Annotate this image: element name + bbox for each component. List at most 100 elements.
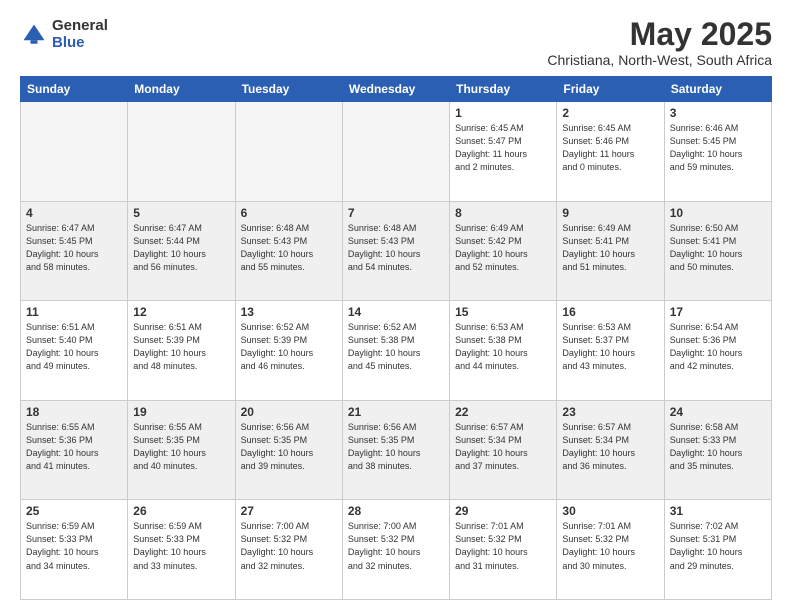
day-info: Sunrise: 6:53 AM Sunset: 5:37 PM Dayligh… xyxy=(562,321,658,373)
day-info: Sunrise: 6:53 AM Sunset: 5:38 PM Dayligh… xyxy=(455,321,551,373)
calendar-cell: 17 Sunrise: 6:54 AM Sunset: 5:36 PM Dayli… xyxy=(664,301,771,401)
calendar-cell: 26 Sunrise: 6:59 AM Sunset: 5:33 PM Dayli… xyxy=(128,500,235,600)
day-number: 8 xyxy=(455,206,551,220)
day-info: Sunrise: 7:01 AM Sunset: 5:32 PM Dayligh… xyxy=(455,520,551,572)
day-number: 21 xyxy=(348,405,444,419)
logo-text: General Blue xyxy=(52,18,108,51)
day-info: Sunrise: 6:48 AM Sunset: 5:43 PM Dayligh… xyxy=(241,222,337,274)
header: General Blue May 2025 Christiana, North-… xyxy=(20,18,772,68)
day-info: Sunrise: 6:57 AM Sunset: 5:34 PM Dayligh… xyxy=(562,421,658,473)
day-info: Sunrise: 6:52 AM Sunset: 5:39 PM Dayligh… xyxy=(241,321,337,373)
weekday-header-thursday: Thursday xyxy=(450,77,557,102)
day-number: 22 xyxy=(455,405,551,419)
day-number: 24 xyxy=(670,405,766,419)
calendar-cell: 20Sunrise: 6:56 AM Sunset: 5:35 PM Dayli… xyxy=(235,400,342,500)
day-number: 25 xyxy=(26,504,122,518)
day-number: 14 xyxy=(348,305,444,319)
day-number: 29 xyxy=(455,504,551,518)
day-info: Sunrise: 7:00 AM Sunset: 5:32 PM Dayligh… xyxy=(241,520,337,572)
title-month: May 2025 xyxy=(547,18,772,50)
calendar-row-3: 11 Sunrise: 6:51 AM Sunset: 5:40 PM Dayli… xyxy=(21,301,772,401)
title-block: May 2025 Christiana, North-West, South A… xyxy=(547,18,772,68)
day-number: 19 xyxy=(133,405,229,419)
calendar-cell: 24Sunrise: 6:58 AM Sunset: 5:33 PM Dayli… xyxy=(664,400,771,500)
day-info: Sunrise: 6:49 AM Sunset: 5:41 PM Dayligh… xyxy=(562,222,658,274)
day-info: Sunrise: 6:57 AM Sunset: 5:34 PM Dayligh… xyxy=(455,421,551,473)
day-info: Sunrise: 7:01 AM Sunset: 5:32 PM Dayligh… xyxy=(562,520,658,572)
day-number: 30 xyxy=(562,504,658,518)
calendar-cell: 22 Sunrise: 6:57 AM Sunset: 5:34 PM Dayli… xyxy=(450,400,557,500)
day-number: 3 xyxy=(670,106,766,120)
calendar-cell: 19 Sunrise: 6:55 AM Sunset: 5:35 PM Dayli… xyxy=(128,400,235,500)
day-info: Sunrise: 6:56 AM Sunset: 5:35 PM Dayligh… xyxy=(348,421,444,473)
calendar-cell: 13 Sunrise: 6:52 AM Sunset: 5:39 PM Dayli… xyxy=(235,301,342,401)
day-number: 12 xyxy=(133,305,229,319)
calendar-cell: 1Sunrise: 6:45 AM Sunset: 5:47 PM Daylig… xyxy=(450,102,557,202)
weekday-header-friday: Friday xyxy=(557,77,664,102)
day-number: 7 xyxy=(348,206,444,220)
day-number: 5 xyxy=(133,206,229,220)
day-number: 13 xyxy=(241,305,337,319)
logo-blue-text: Blue xyxy=(52,35,108,52)
calendar-cell: 6Sunrise: 6:48 AM Sunset: 5:43 PM Daylig… xyxy=(235,201,342,301)
calendar-row-1: 1Sunrise: 6:45 AM Sunset: 5:47 PM Daylig… xyxy=(21,102,772,202)
day-info: Sunrise: 6:59 AM Sunset: 5:33 PM Dayligh… xyxy=(26,520,122,572)
calendar-cell: 4 Sunrise: 6:47 AM Sunset: 5:45 PM Daylig… xyxy=(21,201,128,301)
day-number: 15 xyxy=(455,305,551,319)
day-number: 23 xyxy=(562,405,658,419)
calendar-cell: 7 Sunrise: 6:48 AM Sunset: 5:43 PM Daylig… xyxy=(342,201,449,301)
calendar-cell: 29 Sunrise: 7:01 AM Sunset: 5:32 PM Dayli… xyxy=(450,500,557,600)
day-number: 11 xyxy=(26,305,122,319)
calendar-cell: 21 Sunrise: 6:56 AM Sunset: 5:35 PM Dayli… xyxy=(342,400,449,500)
day-number: 17 xyxy=(670,305,766,319)
calendar-cell: 8Sunrise: 6:49 AM Sunset: 5:42 PM Daylig… xyxy=(450,201,557,301)
day-info: Sunrise: 6:54 AM Sunset: 5:36 PM Dayligh… xyxy=(670,321,766,373)
calendar-table: SundayMondayTuesdayWednesdayThursdayFrid… xyxy=(20,76,772,600)
day-number: 2 xyxy=(562,106,658,120)
calendar-header-row: SundayMondayTuesdayWednesdayThursdayFrid… xyxy=(21,77,772,102)
weekday-header-saturday: Saturday xyxy=(664,77,771,102)
day-number: 28 xyxy=(348,504,444,518)
day-info: Sunrise: 7:00 AM Sunset: 5:32 PM Dayligh… xyxy=(348,520,444,572)
day-info: Sunrise: 6:47 AM Sunset: 5:44 PM Dayligh… xyxy=(133,222,229,274)
calendar-cell xyxy=(342,102,449,202)
calendar-row-5: 25 Sunrise: 6:59 AM Sunset: 5:33 PM Dayli… xyxy=(21,500,772,600)
logo: General Blue xyxy=(20,18,108,51)
calendar-cell: 5 Sunrise: 6:47 AM Sunset: 5:44 PM Daylig… xyxy=(128,201,235,301)
title-location: Christiana, North-West, South Africa xyxy=(547,52,772,68)
day-number: 4 xyxy=(26,206,122,220)
weekday-header-monday: Monday xyxy=(128,77,235,102)
day-info: Sunrise: 6:51 AM Sunset: 5:39 PM Dayligh… xyxy=(133,321,229,373)
calendar-cell: 25 Sunrise: 6:59 AM Sunset: 5:33 PM Dayli… xyxy=(21,500,128,600)
logo-general-text: General xyxy=(52,18,108,35)
day-info: Sunrise: 6:55 AM Sunset: 5:36 PM Dayligh… xyxy=(26,421,122,473)
weekday-header-sunday: Sunday xyxy=(21,77,128,102)
day-number: 27 xyxy=(241,504,337,518)
day-info: Sunrise: 7:02 AM Sunset: 5:31 PM Dayligh… xyxy=(670,520,766,572)
day-info: Sunrise: 6:46 AM Sunset: 5:45 PM Dayligh… xyxy=(670,122,766,174)
day-info: Sunrise: 6:59 AM Sunset: 5:33 PM Dayligh… xyxy=(133,520,229,572)
day-number: 20 xyxy=(241,405,337,419)
calendar-cell: 27 Sunrise: 7:00 AM Sunset: 5:32 PM Dayli… xyxy=(235,500,342,600)
calendar-row-4: 18 Sunrise: 6:55 AM Sunset: 5:36 PM Dayli… xyxy=(21,400,772,500)
day-info: Sunrise: 6:55 AM Sunset: 5:35 PM Dayligh… xyxy=(133,421,229,473)
page: General Blue May 2025 Christiana, North-… xyxy=(0,0,792,612)
weekday-header-wednesday: Wednesday xyxy=(342,77,449,102)
calendar-cell xyxy=(128,102,235,202)
day-info: Sunrise: 6:52 AM Sunset: 5:38 PM Dayligh… xyxy=(348,321,444,373)
calendar-cell: 28 Sunrise: 7:00 AM Sunset: 5:32 PM Dayli… xyxy=(342,500,449,600)
calendar-cell: 16Sunrise: 6:53 AM Sunset: 5:37 PM Dayli… xyxy=(557,301,664,401)
calendar-cell xyxy=(235,102,342,202)
day-info: Sunrise: 6:48 AM Sunset: 5:43 PM Dayligh… xyxy=(348,222,444,274)
weekday-header-tuesday: Tuesday xyxy=(235,77,342,102)
day-number: 18 xyxy=(26,405,122,419)
calendar-cell: 30 Sunrise: 7:01 AM Sunset: 5:32 PM Dayli… xyxy=(557,500,664,600)
day-number: 26 xyxy=(133,504,229,518)
day-info: Sunrise: 6:45 AM Sunset: 5:47 PM Dayligh… xyxy=(455,122,551,174)
day-number: 10 xyxy=(670,206,766,220)
calendar-cell: 11 Sunrise: 6:51 AM Sunset: 5:40 PM Dayli… xyxy=(21,301,128,401)
day-info: Sunrise: 6:47 AM Sunset: 5:45 PM Dayligh… xyxy=(26,222,122,274)
calendar-cell: 15 Sunrise: 6:53 AM Sunset: 5:38 PM Dayli… xyxy=(450,301,557,401)
day-info: Sunrise: 6:51 AM Sunset: 5:40 PM Dayligh… xyxy=(26,321,122,373)
calendar-cell: 3 Sunrise: 6:46 AM Sunset: 5:45 PM Daylig… xyxy=(664,102,771,202)
